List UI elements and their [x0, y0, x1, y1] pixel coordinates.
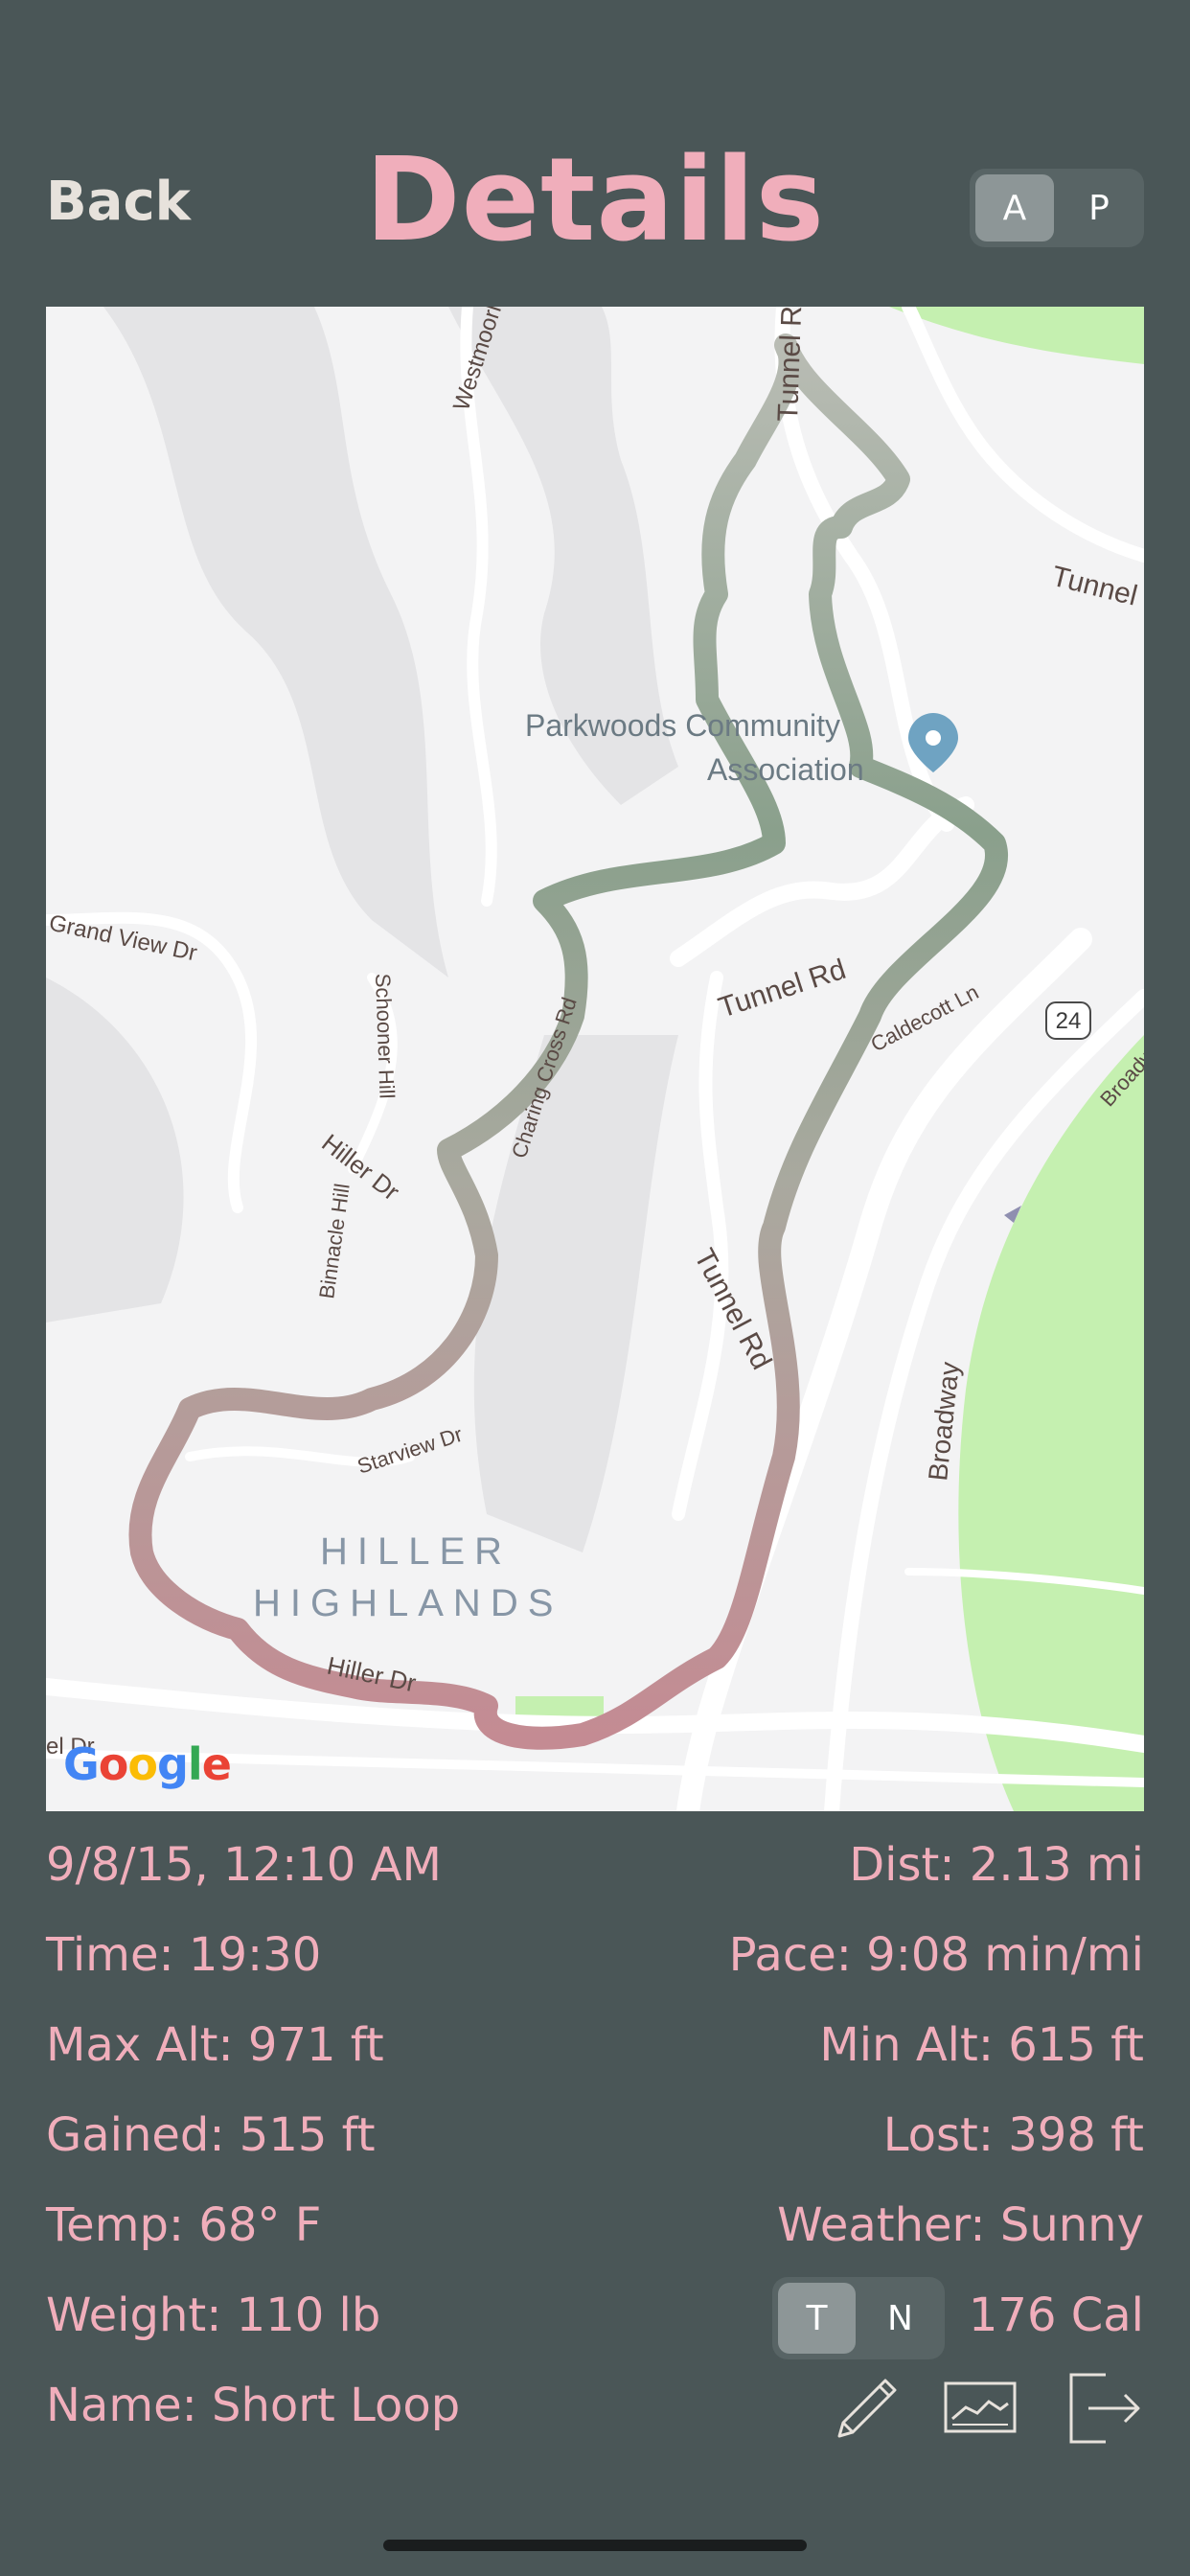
mode-toggle[interactable]: A P: [970, 169, 1144, 247]
unit-option-n[interactable]: N: [861, 2283, 939, 2354]
route-24-shield: 24: [1045, 1001, 1091, 1040]
google-logo-o2: o: [127, 1738, 158, 1790]
google-logo-l: l: [187, 1738, 203, 1790]
google-logo-g1: G: [63, 1738, 100, 1790]
unit-option-t[interactable]: T: [778, 2283, 856, 2354]
mode-option-p[interactable]: P: [1060, 174, 1138, 242]
google-attribution: Google: [63, 1738, 232, 1790]
chart-icon[interactable]: [943, 2380, 1018, 2434]
google-logo-g2: g: [156, 1738, 189, 1790]
stat-distance: Dist: 2.13 mi: [849, 1838, 1144, 1892]
pencil-icon[interactable]: [832, 2373, 903, 2444]
svg-text:24: 24: [1056, 1008, 1082, 1034]
poi-label-line2: Association: [707, 752, 864, 787]
export-icon[interactable]: [1067, 2371, 1144, 2446]
stat-calories: 176 Cal: [968, 2288, 1144, 2342]
map-label-tunnel-rd-top: Tunnel Rd: [772, 307, 809, 422]
stat-name[interactable]: Name: Short Loop: [46, 2379, 460, 2432]
stat-lost: Lost: 398 ft: [882, 2108, 1144, 2162]
area-label-line2: HIGHLANDS: [253, 1582, 562, 1624]
route-map[interactable]: 24 Westmoorland Tunnel Rd Tunnel Rd Gran…: [46, 307, 1144, 1811]
stat-temp: Temp: 68° F: [46, 2198, 322, 2252]
map-label-schooner: Schooner Hill: [371, 973, 400, 1099]
area-label-line1: HILLER: [320, 1530, 512, 1573]
google-logo-e: e: [201, 1738, 232, 1790]
stat-max-alt: Max Alt: 971 ft: [46, 2018, 384, 2072]
poi-label-line1: Parkwoods Community: [525, 708, 840, 743]
google-logo-o1: o: [98, 1738, 129, 1790]
home-indicator[interactable]: [383, 2540, 807, 2551]
stat-pace: Pace: 9:08 min/mi: [728, 1928, 1144, 1982]
stat-gained: Gained: 515 ft: [46, 2108, 376, 2162]
stat-min-alt: Min Alt: 615 ft: [819, 2018, 1144, 2072]
unit-toggle[interactable]: T N: [772, 2277, 945, 2359]
stat-datetime: 9/8/15, 12:10 AM: [46, 1838, 442, 1892]
stat-weight: Weight: 110 lb: [46, 2288, 381, 2342]
mode-option-a[interactable]: A: [975, 174, 1054, 242]
stat-time: Time: 19:30: [46, 1928, 322, 1982]
stat-weather: Weather: Sunny: [777, 2198, 1144, 2252]
